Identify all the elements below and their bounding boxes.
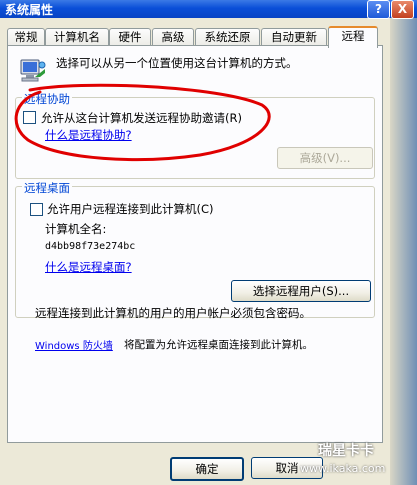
- tab-strip: 常规 计算机名 硬件 高级 系统还原 自动更新 远程: [7, 26, 407, 48]
- remote-desktop-help-link[interactable]: 什么是远程桌面?: [45, 259, 132, 275]
- background-strip: [390, 18, 417, 485]
- title-bar[interactable]: 系统属性 ? X: [0, 0, 417, 19]
- password-note: 远程连接到此计算机的用户的用户帐户必须包含密码。: [35, 306, 311, 320]
- firewall-note: 将配置为允许远程桌面连接到此计算机。: [124, 339, 313, 351]
- tab-advanced[interactable]: 高级: [152, 28, 194, 46]
- intro-text: 选择可以从另一个位置使用这台计算机的方式。: [56, 56, 298, 70]
- computer-name-value: d4bb98f73e274bc: [45, 241, 136, 252]
- remote-desktop-checkbox[interactable]: [30, 203, 43, 216]
- computer-full-name-label: 计算机全名:: [45, 222, 107, 236]
- advanced-button[interactable]: 高级(V)...: [277, 147, 373, 169]
- tab-system-restore[interactable]: 系统还原: [195, 28, 260, 46]
- windows-firewall-link[interactable]: Windows 防火墙: [35, 337, 113, 352]
- watermark-url: www.ikaka.com: [300, 462, 386, 475]
- tab-computer-name[interactable]: 计算机名: [45, 28, 109, 46]
- ok-button[interactable]: 确定: [170, 457, 244, 481]
- help-button[interactable]: ?: [367, 0, 390, 19]
- remote-computer-icon: [20, 59, 46, 82]
- tab-automatic-updates[interactable]: 自动更新: [261, 28, 327, 46]
- tab-hardware[interactable]: 硬件: [109, 28, 151, 46]
- remote-desktop-checkbox-label[interactable]: 允许用户远程连接到此计算机(C): [47, 201, 214, 217]
- window-title: 系统属性: [5, 3, 54, 17]
- remote-assistance-checkbox-label[interactable]: 允许从这台计算机发送远程协助邀请(R): [41, 110, 242, 126]
- select-remote-users-button[interactable]: 选择远程用户(S)...: [231, 280, 371, 302]
- remote-desktop-legend: 远程桌面: [22, 180, 72, 196]
- remote-assistance-legend: 远程协助: [22, 91, 72, 107]
- remote-assistance-help-link[interactable]: 什么是远程协助?: [45, 127, 132, 143]
- watermark-brand: 瑞星卡卡: [318, 443, 374, 459]
- tab-general[interactable]: 常规: [7, 28, 45, 46]
- remote-tab-panel: 选择可以从另一个位置使用这台计算机的方式。 远程协助 允许从这台计算机发送远程协…: [7, 45, 383, 443]
- tab-remote[interactable]: 远程: [328, 26, 378, 48]
- remote-assistance-checkbox[interactable]: [23, 111, 36, 124]
- close-button[interactable]: X: [391, 0, 414, 19]
